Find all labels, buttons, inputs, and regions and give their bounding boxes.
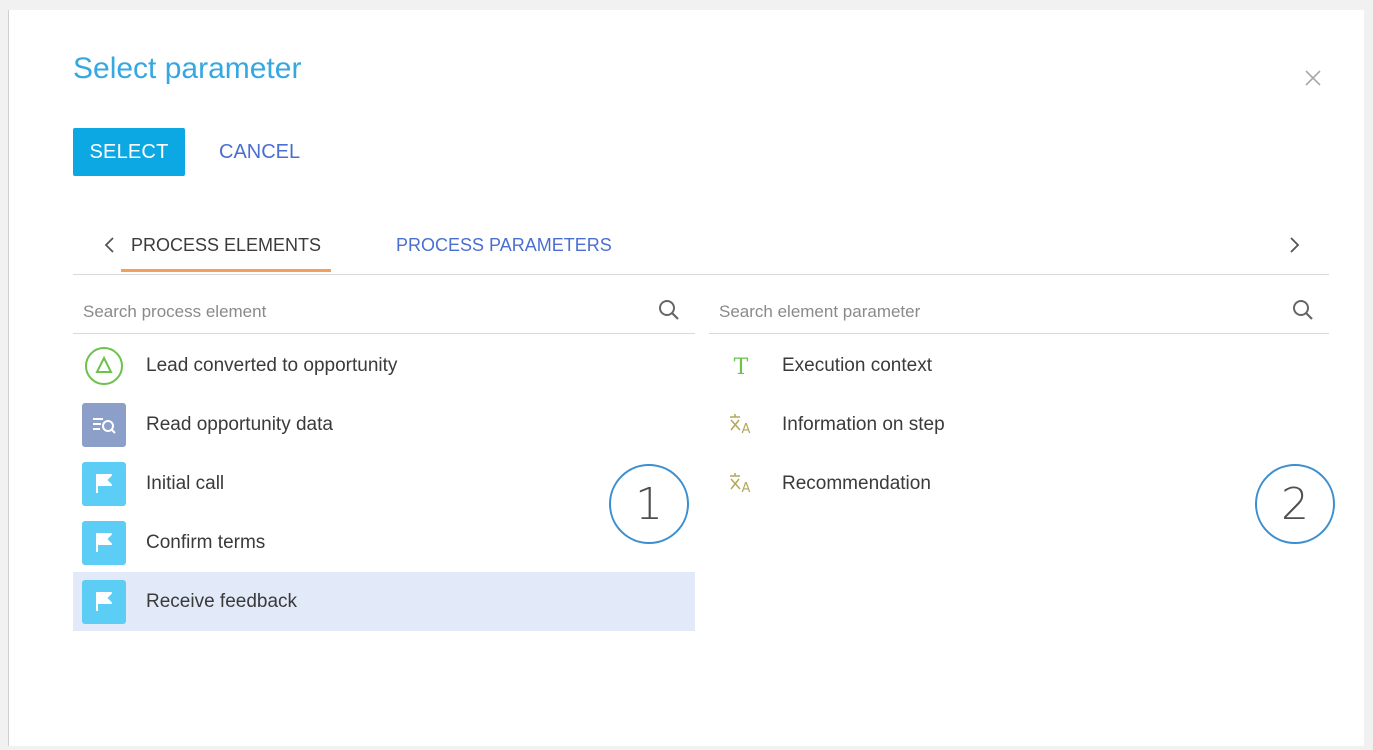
list-item-label: Receive feedback	[146, 590, 298, 612]
annotation-marker-2: 2	[1255, 464, 1335, 544]
select-parameter-dialog: Select parameter SELECT CANCEL PROCESS E…	[8, 10, 1364, 746]
list-item-label: Execution context	[782, 354, 932, 376]
close-icon[interactable]	[1303, 68, 1323, 88]
search-process-element-input[interactable]	[81, 298, 605, 326]
list-item-information-on-step[interactable]: A Information on step	[709, 395, 1329, 454]
list-item-label: Recommendation	[782, 472, 931, 494]
search-element-parameter-input[interactable]	[717, 298, 1241, 326]
list-item-recommendation[interactable]: A Recommendation	[709, 454, 1329, 513]
chevron-right-icon[interactable]	[1285, 234, 1303, 256]
process-element-search	[73, 292, 695, 334]
svg-text:A: A	[742, 481, 751, 496]
flag-icon	[82, 520, 126, 565]
search-icon[interactable]	[657, 298, 681, 322]
search-icon[interactable]	[1291, 298, 1315, 322]
element-parameter-search	[709, 292, 1329, 334]
svg-text:T: T	[734, 355, 749, 379]
svg-text:A: A	[742, 422, 751, 437]
flag-icon	[82, 579, 126, 624]
dialog-title: Select parameter	[73, 52, 302, 85]
localizable-text-icon: A	[719, 403, 763, 447]
list-item-receive-feedback[interactable]: Receive feedback	[73, 572, 695, 631]
chevron-left-icon[interactable]	[101, 234, 119, 256]
tab-process-elements[interactable]: PROCESS ELEMENTS	[121, 222, 332, 272]
list-item-label: Confirm terms	[146, 531, 266, 553]
list-item-execution-context[interactable]: T Execution context	[709, 336, 1329, 395]
select-button[interactable]: SELECT	[73, 128, 185, 176]
list-item-confirm-terms[interactable]: Confirm terms	[73, 513, 695, 572]
cancel-button[interactable]: CANCEL	[209, 128, 310, 176]
element-parameters-list: T Execution context A Information on ste…	[73, 336, 1329, 513]
text-type-icon: T	[719, 344, 763, 388]
tab-process-parameters[interactable]: PROCESS PARAMETERS	[396, 222, 612, 272]
list-item-label: Information on step	[782, 413, 945, 435]
localizable-text-icon: A	[719, 462, 763, 506]
annotation-marker-1: 1	[609, 464, 689, 544]
tab-bar: PROCESS ELEMENTS PROCESS PARAMETERS	[73, 222, 1329, 275]
